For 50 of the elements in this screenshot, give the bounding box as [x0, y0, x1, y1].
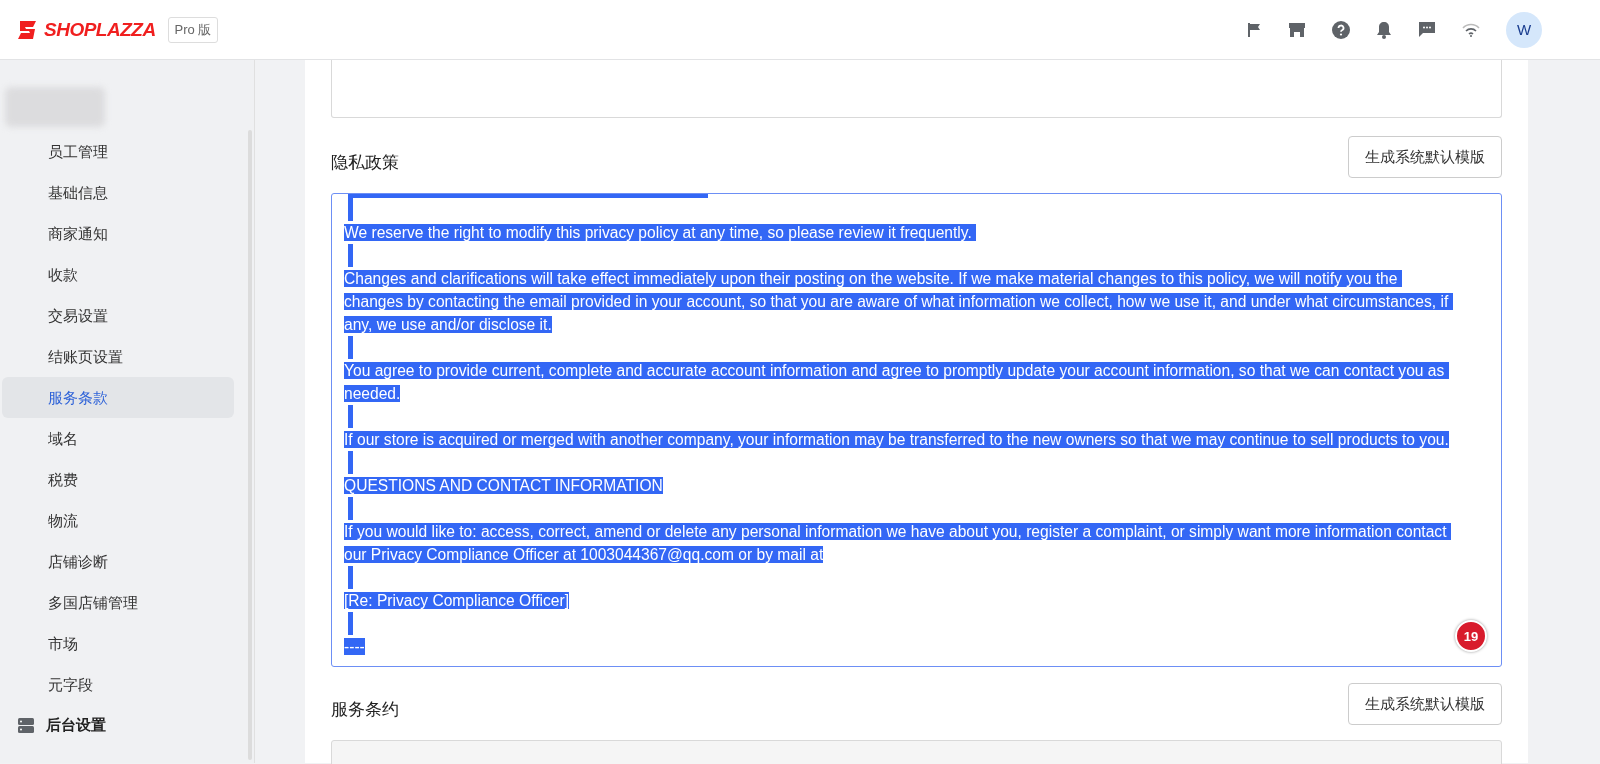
sidebar-item[interactable]: 元字段 [2, 664, 234, 705]
template-button[interactable]: 生成系统默认模版 [1348, 136, 1502, 178]
sidebar-item[interactable]: 市场 [2, 623, 234, 664]
sidebar-item[interactable]: 域名 [2, 418, 234, 459]
sidebar-item[interactable]: 收款 [2, 254, 234, 295]
selected-text: [Re: Privacy Compliance Officer] [344, 592, 570, 609]
section-title: 服务条约 [331, 698, 399, 721]
edition-tag: Pro 版 [167, 16, 219, 43]
bell-icon[interactable] [1376, 20, 1392, 39]
selected-text: Changes and clarifications will take effect immediately upon their posting on the website. If we make material changes to this policy, we will notify you the [344, 270, 1402, 287]
sidebar-item[interactable]: 服务条款 [2, 377, 234, 418]
sidebar-item[interactable]: 结账页设置 [2, 336, 234, 377]
wifi-icon[interactable] [1462, 22, 1480, 37]
selection-highlight [348, 566, 353, 589]
selection-highlight [348, 244, 353, 267]
selected-text: We reserve the right to modify this privacy policy at any time, so please review it frequently. [344, 224, 977, 241]
sidebar-section[interactable]: 后台设置 [46, 715, 106, 735]
sidebar-item[interactable]: 店铺诊断 [2, 541, 234, 582]
sidebar-item[interactable]: 物流 [2, 500, 234, 541]
server-icon [18, 717, 34, 733]
selection-highlight [348, 336, 353, 359]
help-icon[interactable] [1332, 20, 1350, 39]
selected-text: QUESTIONS AND CONTACT INFORMATION [344, 477, 663, 494]
sidebar-item[interactable]: 基础信息 [2, 172, 234, 213]
chat-icon[interactable] [1418, 21, 1436, 38]
selection-highlight [348, 612, 353, 635]
selected-text: any, we use and/or disclose it. [344, 316, 552, 333]
privacy-text-area[interactable] [331, 193, 1502, 667]
selection-highlight [348, 405, 353, 428]
extension-badge[interactable]: 19 [1455, 620, 1487, 652]
selected-text: ---- [344, 638, 365, 655]
sidebar-item[interactable]: 交易设置 [2, 295, 234, 336]
selection-highlight [348, 497, 353, 520]
sidebar-item[interactable]: 多国店铺管理 [2, 582, 234, 623]
selected-text: our Privacy Compliance Officer at 1003044367@qq.com or by mail at [344, 546, 824, 563]
sidebar-item[interactable]: 员工管理 [2, 131, 234, 172]
avatar[interactable]: W [1506, 11, 1542, 48]
selected-text: You agree to provide current, complete and accurate account information and agree to promptly update your account information, so that we can contact you as [344, 362, 1449, 379]
flag-icon[interactable] [1246, 21, 1262, 38]
selection-highlight [348, 451, 353, 474]
store-icon[interactable] [1288, 21, 1306, 38]
section-title: 隐私政策 [331, 151, 399, 174]
template-button[interactable]: 生成系统默认模版 [1348, 683, 1502, 725]
selected-text: changes by contacting the email provided in your account, so that you are aware of what information we collect, how we use it, and under what circumstances, if [344, 293, 1453, 310]
selected-text: needed. [344, 385, 401, 402]
sidebar-item[interactable]: 商家通知 [2, 213, 234, 254]
selected-text: If you would like to: access, correct, amend or delete any personal information we have about you, register a complaint, or simply want more information contact [344, 523, 1451, 540]
sidebar-item[interactable]: 税费 [2, 459, 234, 500]
logo-text: SHOPLAZZA [44, 18, 156, 41]
selected-text: If our store is acquired or merged with another company, your information may be transferred to the new owners so that we may continue to sell products to you. [344, 431, 1449, 448]
